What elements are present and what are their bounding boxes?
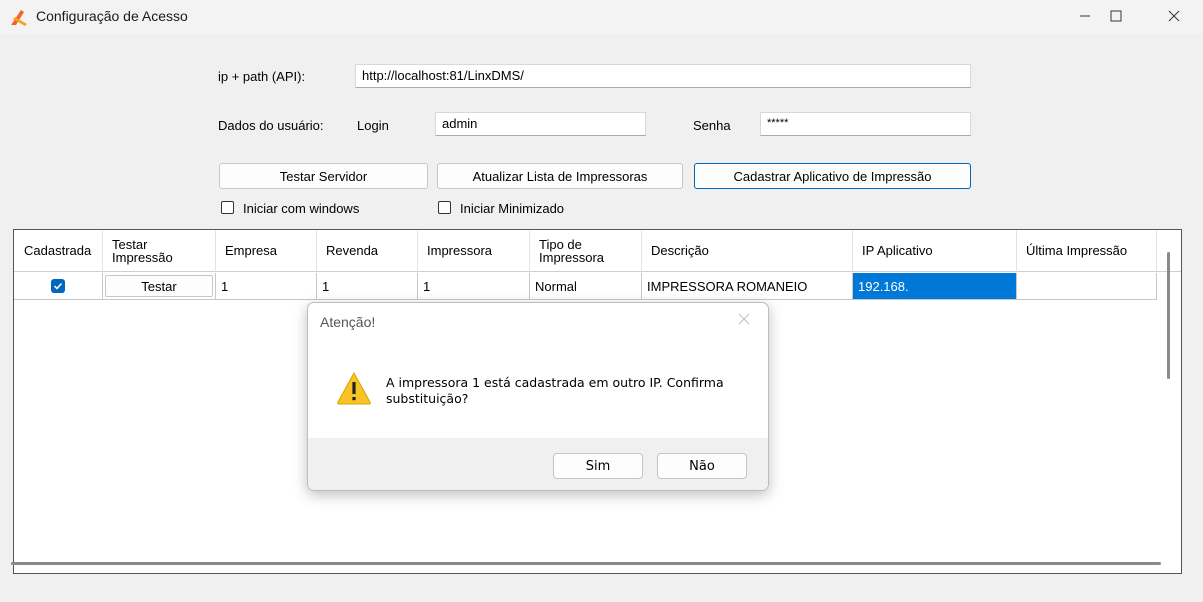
start-minimized-checkbox[interactable] [438,201,451,214]
maximize-button[interactable] [1093,0,1139,32]
col-header-revenda[interactable]: Revenda [317,230,418,272]
warning-icon [336,371,372,405]
app-logo-icon [9,7,29,27]
start-minimized-label: Iniciar Minimizado [460,201,565,216]
yes-button[interactable]: Sim [553,453,643,479]
col-header-empresa[interactable]: Empresa [216,230,317,272]
checked-checkbox-icon[interactable] [51,279,65,293]
cell-revenda[interactable]: 1 [317,273,418,300]
cell-descricao[interactable]: IMPRESSORA ROMANEIO [642,273,853,300]
cell-testar: Testar [103,273,216,300]
cell-tipo[interactable]: Normal [530,273,642,300]
password-input[interactable]: ***** [760,112,971,136]
cell-ip-aplicativo[interactable]: 192.168. [853,273,1017,300]
start-with-windows-label: Iniciar com windows [243,201,360,216]
no-button[interactable]: Não [657,453,747,479]
cell-impressora[interactable]: 1 [418,273,530,300]
cell-ultima-impressao[interactable] [1017,273,1157,300]
cell-empresa[interactable]: 1 [216,273,317,300]
horizontal-scrollbar[interactable] [11,562,1161,565]
col-header-tipo-impressora[interactable]: Tipo de Impressora [530,230,642,272]
api-label: ip + path (API): [218,69,306,84]
dialog-title: Atenção! [320,314,376,330]
col-header-ip-aplicativo[interactable]: IP Aplicativo [853,230,1017,272]
test-print-button[interactable]: Testar [105,275,213,297]
api-input[interactable]: http://localhost:81/LinxDMS/ [355,64,971,88]
vertical-scrollbar[interactable] [1167,252,1170,379]
title-bar: Configuração de Acesso [0,0,1203,34]
register-app-button[interactable]: Cadastrar Aplicativo de Impressão [694,163,971,189]
user-data-label: Dados do usuário: [218,118,324,133]
col-header-descricao[interactable]: Descrição [642,230,853,272]
test-server-button[interactable]: Testar Servidor [219,163,428,189]
login-label: Login [357,118,389,133]
window-title: Configuração de Acesso [36,8,188,24]
start-with-windows-checkbox[interactable] [221,201,234,214]
close-button[interactable] [1151,0,1197,32]
col-header-ultima-impressao[interactable]: Última Impressão [1017,230,1157,272]
update-printers-button[interactable]: Atualizar Lista de Impressoras [437,163,683,189]
dialog-close-icon[interactable] [738,313,754,329]
col-header-impressora[interactable]: Impressora [418,230,530,272]
password-label: Senha [693,118,731,133]
login-input[interactable]: admin [435,112,646,136]
cell-cadastrada[interactable] [14,273,103,300]
confirm-dialog: Atenção! A impressora 1 está cadastrada … [307,302,769,491]
dialog-message: A impressora 1 está cadastrada em outro … [386,375,724,406]
col-header-testar-impressao[interactable]: Testar Impressão [103,230,216,272]
col-header-cadastrada[interactable]: Cadastrada [14,230,103,272]
